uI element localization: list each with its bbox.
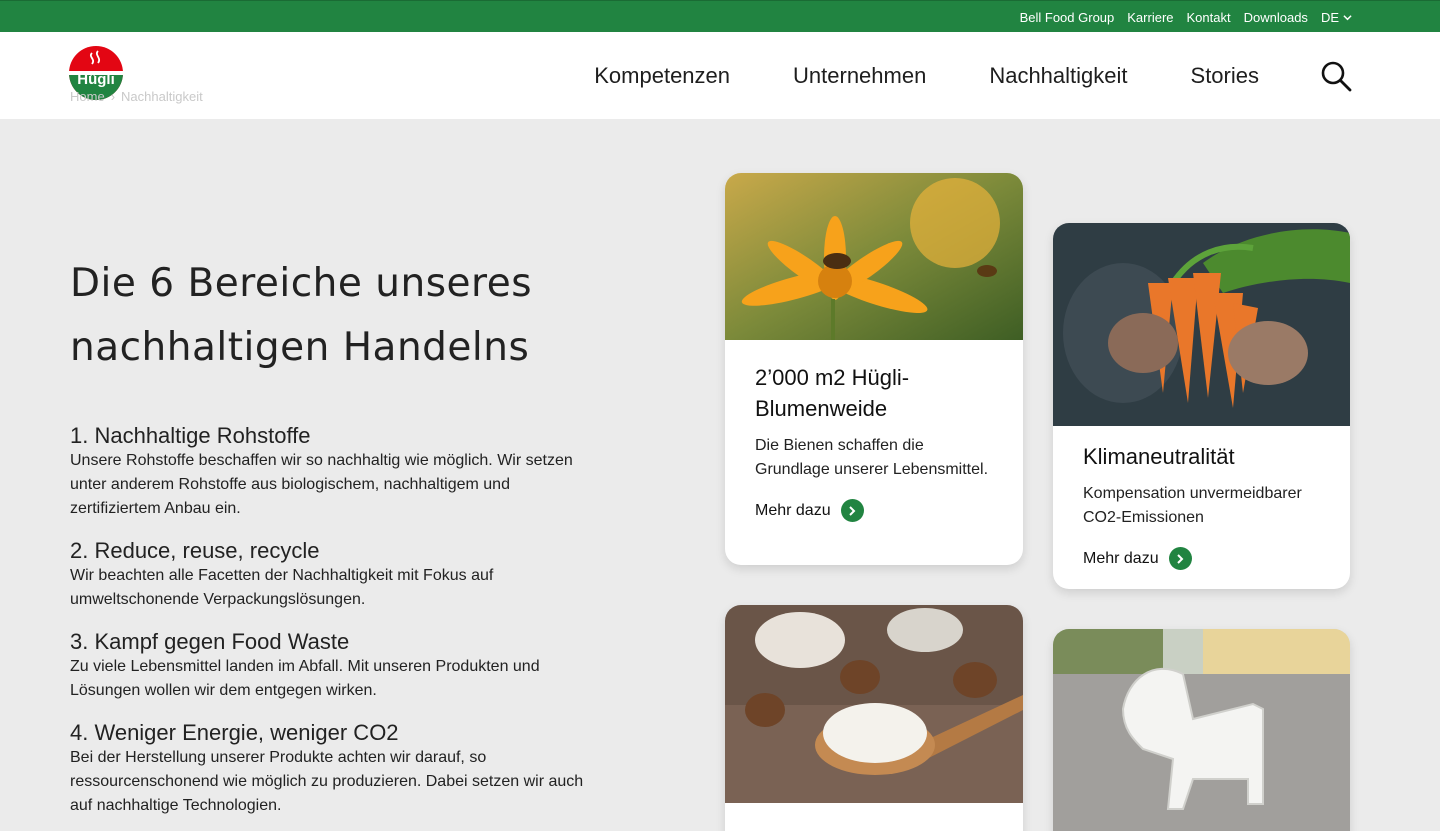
- cardboard-horse-image: [1053, 629, 1350, 831]
- link-downloads[interactable]: Downloads: [1244, 10, 1308, 25]
- arrow-right-icon: [1168, 547, 1192, 570]
- list-item-title: 3. Kampf gegen Food Waste: [70, 629, 350, 654]
- shea-butter-image: [725, 605, 1023, 803]
- top-bar: Bell Food Group Karriere Kontakt Downloa…: [0, 0, 1440, 32]
- list-item-text: Zu viele Lebensmittel landen im Abfall. …: [70, 658, 540, 699]
- list-item-title: 4. Weniger Energie, weniger CO2: [70, 720, 399, 745]
- card-text: Kompensation unvermeidbarer CO2-Emission…: [1083, 485, 1302, 526]
- breadcrumb-separator: ›: [110, 89, 116, 104]
- card-body: Klimaneutralität Kompensation unvermeidb…: [1053, 426, 1350, 570]
- main-header: Hügli Home › Nachhaltigkeit Kompetenzen …: [0, 32, 1440, 119]
- card-shea-butter[interactable]: [725, 605, 1023, 831]
- list-item-text: Bei der Herstellung unserer Produkte ach…: [70, 749, 584, 814]
- link-kontakt[interactable]: Kontakt: [1187, 10, 1231, 25]
- card-blumenweide[interactable]: 2’000 m2 Hügli-Blumenweide Die Bienen sc…: [725, 173, 1023, 565]
- link-karriere[interactable]: Karriere: [1127, 10, 1173, 25]
- arrow-right-icon: [840, 499, 864, 522]
- nav-kompetenzen[interactable]: Kompetenzen: [594, 63, 730, 89]
- more-label: Mehr dazu: [755, 501, 831, 519]
- top-links: Bell Food Group Karriere Kontakt Downloa…: [1020, 10, 1352, 25]
- card-cardboard-horse[interactable]: [1053, 629, 1350, 831]
- card-title: 2’000 m2 Hügli-Blumenweide: [755, 365, 910, 421]
- main-nav: Kompetenzen Unternehmen Nachhaltigkeit S…: [594, 63, 1259, 89]
- card-body: 2’000 m2 Hügli-Blumenweide Die Bienen sc…: [725, 340, 1023, 522]
- nav-stories[interactable]: Stories: [1191, 63, 1259, 89]
- list-item: 1. Nachhaltige Rohstoffe Unsere Rohstoff…: [70, 423, 590, 521]
- search-icon[interactable]: [1320, 60, 1352, 92]
- list-item-title: 1. Nachhaltige Rohstoffe: [70, 423, 311, 448]
- card-text: Die Bienen schaffen die Grundlage unsere…: [755, 437, 989, 478]
- list-item-text: Wir beachten alle Facetten der Nachhalti…: [70, 567, 494, 608]
- language-label: DE: [1320, 10, 1339, 25]
- list-item: 3. Kampf gegen Food Waste Zu viele Leben…: [70, 629, 590, 703]
- list-item: 4. Weniger Energie, weniger CO2 Bei der …: [70, 720, 590, 818]
- list-item: 2. Reduce, reuse, recycle Wir beachten a…: [70, 538, 590, 612]
- nav-nachhaltigkeit[interactable]: Nachhaltigkeit: [989, 63, 1127, 89]
- chevron-down-icon: [1343, 15, 1352, 21]
- more-link[interactable]: Mehr dazu: [755, 499, 993, 522]
- flower-bee-image: [725, 173, 1023, 340]
- language-selector[interactable]: DE: [1321, 10, 1352, 25]
- list-item-text: Unsere Rohstoffe beschaffen wir so nachh…: [70, 452, 573, 517]
- breadcrumb: Home › Nachhaltigkeit: [70, 89, 203, 104]
- list-item-title: 2. Reduce, reuse, recycle: [70, 538, 320, 563]
- card-title: Klimaneutralität: [1083, 444, 1235, 469]
- more-label: Mehr dazu: [1083, 549, 1159, 567]
- nav-unternehmen[interactable]: Unternehmen: [793, 63, 926, 89]
- card-klimaneutralitaet[interactable]: Klimaneutralität Kompensation unvermeidb…: [1053, 223, 1350, 589]
- page-headline: Die 6 Bereiche unseres nachhaltigen Hand…: [70, 261, 533, 370]
- svg-text:Hügli: Hügli: [77, 71, 115, 88]
- sustainability-list: 1. Nachhaltige Rohstoffe Unsere Rohstoff…: [70, 423, 590, 831]
- link-bell-food-group[interactable]: Bell Food Group: [1020, 10, 1115, 25]
- carrots-image: [1053, 223, 1350, 426]
- breadcrumb-home[interactable]: Home: [70, 89, 105, 104]
- breadcrumb-current[interactable]: Nachhaltigkeit: [121, 89, 203, 104]
- more-link[interactable]: Mehr dazu: [1083, 547, 1320, 570]
